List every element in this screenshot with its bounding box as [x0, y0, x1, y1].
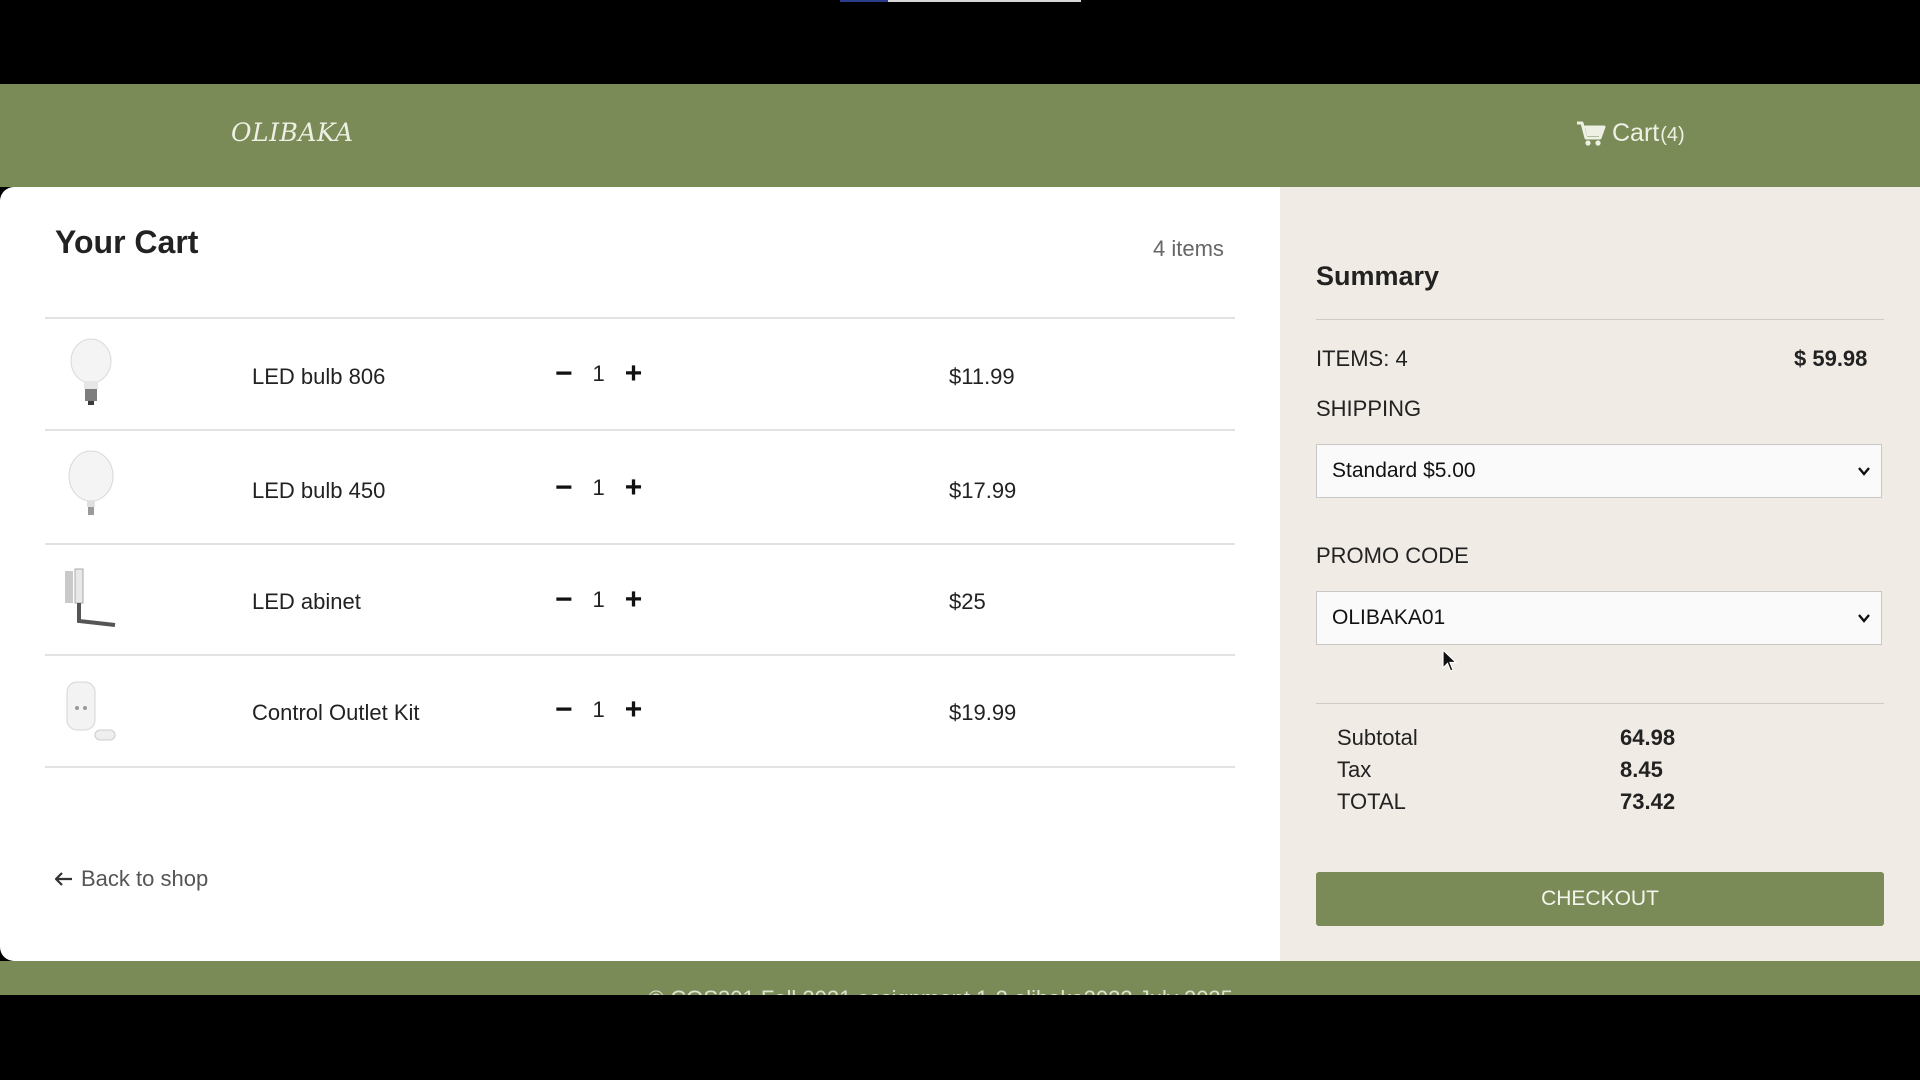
bulb-icon — [68, 450, 114, 515]
promo-code-value: OLIBAKA01 — [1332, 606, 1446, 629]
top-strip-right — [888, 0, 1081, 2]
item-qty: 1 — [592, 587, 605, 612]
cabinet-light-icon — [65, 568, 116, 627]
item-qty: 1 — [592, 361, 605, 386]
outlet-icon — [66, 681, 116, 741]
item-qty: 1 — [592, 697, 605, 722]
item-name: LED abinet — [252, 589, 361, 614]
increase-qty-button[interactable]: + — [625, 359, 643, 389]
shipping-select[interactable]: Standard $5.00 — [1316, 444, 1882, 498]
nav-cart-count: (4) — [1660, 123, 1685, 146]
summary-items-label: ITEMS: 4 — [1316, 346, 1408, 371]
summary-divider — [1316, 703, 1884, 704]
totals-table: Subtotal 64.98 Tax 8.45 TOTAL 73.42 — [1337, 725, 1737, 821]
totals-row: Subtotal 64.98 — [1337, 725, 1737, 757]
item-name: LED bulb 806 — [252, 364, 386, 389]
promo-code-select[interactable]: OLIBAKA01 — [1316, 591, 1882, 645]
back-to-shop-link[interactable]: Back to shop — [55, 866, 208, 892]
bulb-icon — [70, 338, 112, 405]
subtotal-label: Subtotal — [1337, 725, 1418, 750]
item-price: $25 — [949, 589, 986, 614]
increase-qty-button[interactable]: + — [625, 695, 643, 725]
cart-title: Your Cart — [55, 224, 199, 260]
summary-divider — [1316, 319, 1884, 320]
cart-row: LED abinet − 1 + $25 — [45, 543, 1235, 656]
increase-qty-button[interactable]: + — [625, 473, 643, 503]
increase-qty-button[interactable]: + — [625, 585, 643, 615]
decrease-qty-button[interactable]: − — [555, 695, 573, 725]
promo-code-label: PROMO CODE — [1316, 543, 1469, 568]
cart-row: LED bulb 450 − 1 + $17.99 — [45, 429, 1235, 545]
item-qty: 1 — [592, 475, 605, 500]
mouse-cursor-icon — [1442, 649, 1458, 672]
item-name: LED bulb 450 — [252, 478, 386, 503]
chevron-down-icon — [1858, 614, 1870, 623]
checkout-button[interactable]: CHECKOUT — [1316, 872, 1884, 926]
quantity-stepper: − 1 + — [555, 585, 642, 615]
cart-items-count: 4 items — [1153, 236, 1224, 261]
total-label: TOTAL — [1337, 789, 1406, 814]
quantity-stepper: − 1 + — [555, 473, 642, 503]
shipping-select-value: Standard $5.00 — [1332, 459, 1476, 482]
decrease-qty-button[interactable]: − — [555, 585, 573, 615]
shipping-label: SHIPPING — [1316, 396, 1422, 421]
chevron-down-icon — [1858, 467, 1870, 476]
cart-row: Control Outlet Kit − 1 + $19.99 — [45, 654, 1235, 768]
summary-title: Summary — [1316, 261, 1440, 291]
tax-value: 8.45 — [1620, 757, 1663, 782]
browser-top-strip — [840, 0, 1081, 2]
arrow-left-icon — [55, 872, 72, 886]
brand-logo[interactable]: OLIBAKA — [231, 118, 354, 147]
item-price: $17.99 — [949, 478, 1017, 503]
top-strip-left — [840, 0, 888, 2]
quantity-stepper: − 1 + — [555, 359, 642, 389]
footer-text: © COS301 Fall 2021 assignment 1-2 olibak… — [648, 986, 1233, 995]
cart-icon — [1577, 121, 1606, 146]
item-name: Control Outlet Kit — [252, 700, 420, 725]
decrease-qty-button[interactable]: − — [555, 359, 573, 389]
back-to-shop-label: Back to shop — [81, 866, 209, 891]
totals-row: Tax 8.45 — [1337, 757, 1737, 789]
total-value: 73.42 — [1620, 789, 1676, 814]
nav-cart-label: Cart — [1612, 119, 1660, 147]
tax-label: Tax — [1337, 757, 1372, 782]
summary-panel — [1280, 187, 1920, 961]
footer: © COS301 Fall 2021 assignment 1-2 olibak… — [0, 961, 1920, 995]
decrease-qty-button[interactable]: − — [555, 473, 573, 503]
item-price: $19.99 — [949, 700, 1017, 725]
quantity-stepper: − 1 + — [555, 695, 642, 725]
subtotal-value: 64.98 — [1620, 725, 1676, 750]
cart-row: LED bulb 806 − 1 + $11.99 — [45, 317, 1235, 431]
item-price: $11.99 — [949, 364, 1015, 389]
summary-items-total: $ 59.98 — [1794, 346, 1868, 371]
nav-cart-link[interactable]: Cart (4) — [1576, 119, 1685, 148]
totals-row: TOTAL 73.42 — [1337, 789, 1737, 821]
